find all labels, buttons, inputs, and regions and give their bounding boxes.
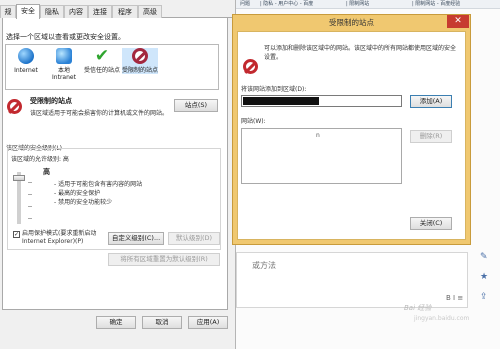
zone-restricted[interactable]: 受限制的站点	[122, 48, 158, 74]
globe-icon	[18, 48, 34, 64]
pencil-icon[interactable]: ✎	[480, 252, 488, 262]
protected-mode-label: 启用保护模式(要求重新启动 Internet Explorer)(P)	[22, 230, 97, 245]
browser-tab-1[interactable]: 问题	[240, 0, 250, 8]
tab-connections[interactable]: 连接	[88, 5, 112, 18]
zone-description: 该区域适用于可能会损害你的计算机或文件的网站。	[30, 110, 169, 117]
browser-tab-3[interactable]: | 限制网站	[346, 0, 369, 8]
default-level-button[interactable]: 默认级别(D)	[168, 232, 220, 245]
tab-bar: 规 安全 隐私 内容 连接 程序 高级	[0, 4, 236, 19]
custom-level-button[interactable]: 自定义级别(C)...	[108, 232, 164, 245]
close-icon[interactable]: ✕	[447, 15, 469, 28]
dialog-info: 可以添加和删除该区域中的网站。该区域中的所有网站都使用区域的安全设置。	[264, 45, 457, 61]
level-name: 高	[43, 168, 50, 176]
tab-content[interactable]: 内容	[64, 5, 88, 18]
security-slider-thumb[interactable]	[13, 175, 25, 181]
zone-intranet[interactable]: 本地 Intranet	[46, 48, 82, 81]
tab-security[interactable]: 安全	[16, 4, 40, 19]
close-button[interactable]: 关闭(C)	[410, 217, 452, 230]
restricted-info-icon	[243, 59, 258, 74]
tab-advanced[interactable]: 高级	[138, 5, 162, 18]
level-bullet-1: - 适用于可能包含有害内容的网站	[54, 181, 143, 188]
editor-placeholder: 或方法	[252, 261, 276, 270]
add-site-label: 将该网站添加到区域(D):	[241, 86, 307, 93]
restricted-zone-icon	[7, 99, 22, 114]
side-toolbar: ✎ ★ ⇪	[474, 250, 496, 320]
list-item[interactable]: n	[316, 132, 320, 140]
watermark-logo: Bai 经验	[404, 304, 432, 312]
cancel-button[interactable]: 取消	[142, 316, 182, 329]
zone-list: Internet 本地 Intranet ✔ 受信任的站点 受限制的站点	[5, 44, 219, 90]
zone-instruction: 选择一个区域以查看或更改安全设置。	[6, 33, 125, 41]
zone-internet[interactable]: Internet	[8, 48, 44, 74]
sites-list-label: 网站(W):	[241, 118, 266, 125]
editor-toolbar[interactable]: B I ≡	[446, 294, 463, 302]
sites-button[interactable]: 站点(S)	[174, 99, 218, 112]
add-button[interactable]: 添加(A)	[410, 95, 452, 108]
level-bullet-2: - 最高的安全保护	[54, 190, 101, 197]
remove-button[interactable]: 删除(R)	[410, 130, 452, 143]
tab-privacy[interactable]: 隐私	[40, 5, 64, 18]
watermark-url: jingyan.baidu.com	[414, 315, 470, 322]
dialog-title: 受限制的站点	[329, 18, 374, 27]
reset-all-zones-button[interactable]: 将所有区域重置为默认级别(R)	[108, 253, 220, 266]
protected-mode-checkbox[interactable]: ✓	[13, 231, 20, 238]
browser-tab-2[interactable]: | 隐私 - 用户中心 - 百度	[260, 0, 313, 8]
star-icon[interactable]: ★	[480, 272, 488, 282]
browser-tab-strip: 问题 | 隐私 - 用户中心 - 百度 | 限制网站 | 限制网站 - 百度经验	[236, 0, 500, 9]
allowed-levels: 该区域的允许级别: 高	[11, 156, 69, 163]
redaction-bar	[243, 97, 319, 105]
restricted-icon	[132, 48, 148, 64]
level-bullet-3: - 禁用的安全功能较少	[54, 199, 113, 206]
zone-title: 受限制的站点	[30, 97, 72, 105]
share-icon[interactable]: ⇪	[480, 292, 488, 302]
trusted-check-icon: ✔	[94, 46, 110, 66]
apply-button[interactable]: 应用(A)	[188, 316, 228, 329]
ok-button[interactable]: 确定	[96, 316, 136, 329]
tab-programs[interactable]: 程序	[112, 5, 138, 18]
sites-list[interactable]: n	[241, 128, 402, 184]
zone-trusted[interactable]: ✔ 受信任的站点	[84, 46, 120, 75]
tab-general[interactable]: 规	[0, 5, 16, 18]
intranet-icon	[56, 48, 72, 64]
browser-tab-4[interactable]: | 限制网站 - 百度经验	[412, 0, 460, 8]
